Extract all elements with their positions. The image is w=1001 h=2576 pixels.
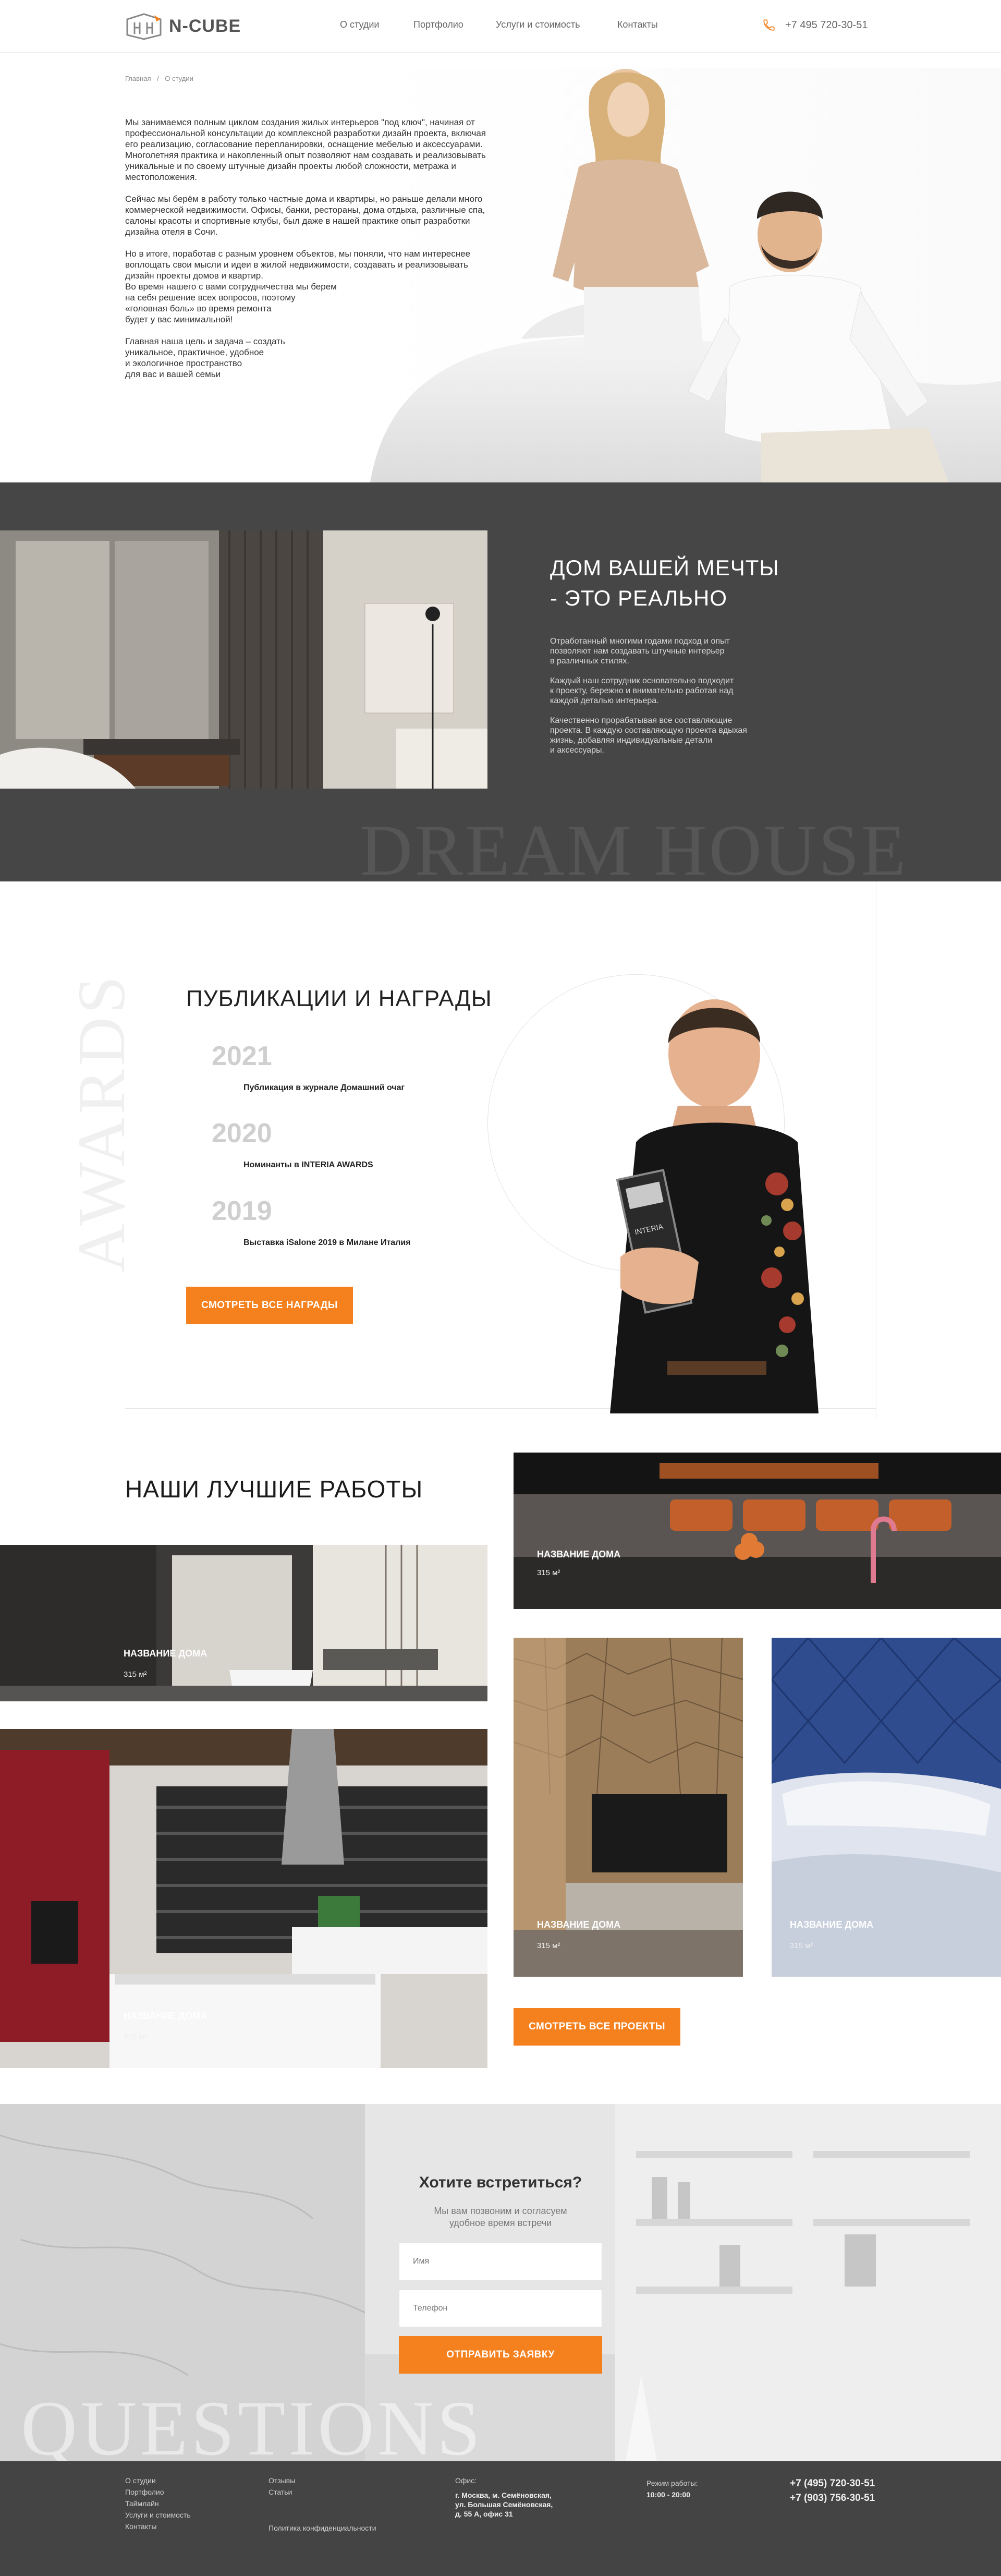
designer-with-award-photo: INTERIA [600, 986, 819, 1413]
submit-request-button[interactable]: ОТПРАВИТЬ ЗАЯВКУ [399, 2336, 602, 2374]
logo-cube-icon [126, 13, 162, 40]
project-card[interactable]: НАЗВАНИЕ ДОМА 315 м² [0, 1545, 487, 1701]
works-title: НАШИ ЛУЧШИЕ РАБОТЫ [125, 1476, 423, 1503]
breadcrumb: Главная / О студии [125, 75, 193, 82]
hours-value: 10:00 - 20:00 [646, 2490, 691, 2499]
dream-title-line: - ЭТО РЕАЛЬНО [550, 586, 728, 610]
contact-subtitle: Мы вам позвоним и согласуем удобное врем… [434, 2206, 567, 2228]
footer-link-articles[interactable]: Статьи [268, 2488, 292, 2496]
breadcrumb-current: О студии [165, 75, 193, 82]
logo[interactable]: N-CUBE [124, 11, 241, 41]
about-paragraph: Мы занимаемся полным циклом создания жил… [125, 117, 486, 182]
name-input[interactable] [399, 2243, 602, 2280]
award-year: 2021 [212, 1041, 272, 1071]
about-text: Мы занимаемся полным циклом создания жил… [125, 117, 495, 391]
footer-phones: +7 (495) 720-30-51 +7 (903) 756-30-51 [790, 2476, 875, 2506]
project-area: 315 м² [537, 1568, 560, 1577]
footer-phone-1[interactable]: +7 (495) 720-30-51 [790, 2476, 875, 2491]
footer-link-about[interactable]: О студии [125, 2476, 156, 2485]
project-area: 315 м² [124, 2033, 147, 2041]
project-name: НАЗВАНИЕ ДОМА [790, 1919, 874, 1930]
dream-paragraph: Каждый наш сотрудник основательно подход… [550, 676, 734, 705]
privacy-policy-link[interactable]: Политика конфиденциальности [268, 2522, 376, 2534]
project-name: НАЗВАНИЕ ДОМА [537, 1919, 621, 1930]
award-year: 2019 [212, 1196, 272, 1226]
hours-label: Режим работы: [646, 2479, 698, 2487]
project-card[interactable]: НАЗВАНИЕ ДОМА 315 м² [772, 1638, 1001, 1977]
project-name: НАЗВАНИЕ ДОМА [124, 1648, 207, 1659]
footer-link-contacts[interactable]: Контакты [125, 2522, 156, 2531]
dream-paragraph: Качественно прорабатывая все составляющи… [550, 716, 747, 755]
project-area: 315 м² [790, 1941, 813, 1950]
footer-hours: Режим работы: 10:00 - 20:00 [646, 2477, 698, 2500]
awards-title: ПУБЛИКАЦИИ И НАГРАДЫ [186, 986, 492, 1011]
award-description: Выставка iSalone 2019 в Милане Италия [243, 1238, 411, 1247]
dream-paragraph: Отработанный многими годами подход и опы… [550, 637, 730, 666]
dream-watermark: DREAM HOUSE [360, 810, 908, 891]
questions-watermark: QUESTIONS [21, 2385, 484, 2472]
logo-text: N-CUBE [169, 16, 241, 36]
all-projects-button[interactable]: СМОТРЕТЬ ВСЕ ПРОЕКТЫ [514, 2008, 680, 2046]
site-header: N-CUBE О студии Портфолио Услуги и стоим… [0, 0, 1001, 52]
about-paragraph: Сейчас мы берём в работу только частные … [125, 194, 485, 237]
project-name: НАЗВАНИЕ ДОМА [537, 1549, 621, 1559]
dream-title-line: ДОМ ВАШЕЙ МЕЧТЫ [550, 555, 779, 580]
footer-link-services[interactable]: Услуги и стоимость [125, 2511, 191, 2519]
office-label: Офис: [455, 2476, 477, 2485]
header-phone-number: +7 495 720-30-51 [785, 19, 868, 31]
project-card[interactable]: НАЗВАНИЕ ДОМА 315 м² [0, 1729, 487, 2068]
awards-watermark: AWARDS [64, 973, 139, 1273]
footer-nav-secondary: Отзывы Статьи [268, 2475, 295, 2498]
nav-contacts[interactable]: Контакты [617, 19, 658, 30]
footer-link-timeline[interactable]: Таймлайн [125, 2499, 159, 2508]
about-paragraph: Главная наша цель и задача – создать уни… [125, 336, 285, 379]
office-address: г. Москва, м. Семёновская, ул. Большая С… [455, 2491, 553, 2518]
breadcrumb-separator: / [157, 75, 159, 82]
dream-text: Отработанный многими годами подход и опы… [550, 636, 800, 765]
phone-icon [763, 19, 775, 31]
footer-nav-main: О студии Портфолио Таймлайн Услуги и сто… [125, 2475, 191, 2532]
footer-phone-2[interactable]: +7 (903) 756-30-51 [790, 2491, 875, 2506]
footer-link-reviews[interactable]: Отзывы [268, 2476, 295, 2485]
award-description: Публикация в журнале Домашний очаг [243, 1083, 405, 1092]
award-description: Номинанты в INTERIA AWARDS [243, 1160, 373, 1169]
project-card[interactable]: НАЗВАНИЕ ДОМА 315 м² [514, 1638, 743, 1977]
bathroom-photo [0, 530, 487, 789]
all-awards-button[interactable]: СМОТРЕТЬ ВСЕ НАГРАДЫ [186, 1287, 353, 1324]
project-card[interactable]: НАЗВАНИЕ ДОМА 315 м² [514, 1453, 1001, 1609]
project-area: 315 м² [537, 1941, 560, 1950]
dream-title: ДОМ ВАШЕЙ МЕЧТЫ - ЭТО РЕАЛЬНО [550, 553, 779, 613]
project-name: НАЗВАНИЕ ДОМА [124, 2011, 207, 2021]
breadcrumb-home[interactable]: Главная [125, 75, 151, 82]
footer-office: Офис: г. Москва, м. Семёновская, ул. Бол… [455, 2475, 553, 2519]
award-year: 2020 [212, 1118, 272, 1148]
phone-input[interactable] [399, 2290, 602, 2327]
about-paragraph: Но в итоге, поработав с разным уровнем о… [125, 249, 471, 324]
nav-services[interactable]: Услуги и стоимость [496, 19, 580, 30]
header-phone[interactable]: +7 495 720-30-51 [762, 18, 868, 32]
project-area: 315 м² [124, 1670, 147, 1679]
footer-link-portfolio[interactable]: Портфолио [125, 2488, 164, 2496]
contact-title: Хотите встретиться? [419, 2174, 582, 2191]
nav-portfolio[interactable]: Портфолио [413, 19, 463, 30]
nav-about[interactable]: О студии [340, 19, 379, 30]
